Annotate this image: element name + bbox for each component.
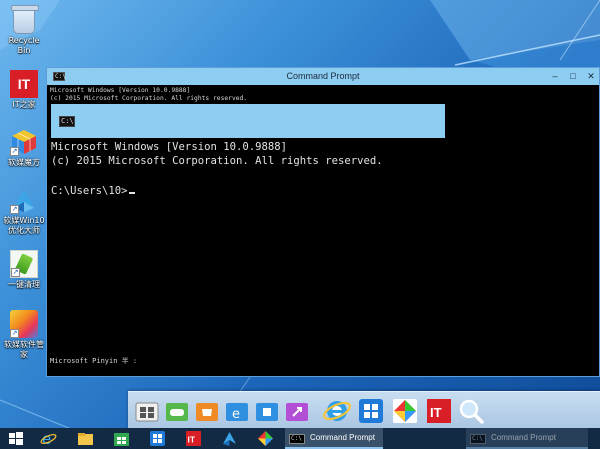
magnified-console-line: Microsoft Windows [Version 10.0.9888]: [51, 141, 287, 153]
internet-explorer-icon[interactable]: [322, 396, 351, 422]
software-box-icon[interactable]: [149, 430, 166, 447]
gamepad-folder-icon[interactable]: [164, 398, 190, 424]
cmd-app-icon: C:\: [59, 116, 75, 127]
shortcut-arrow-icon: ↗: [11, 268, 20, 277]
prompt-text: C:\Users\10>: [51, 185, 128, 197]
recycle-bin-icon: [11, 5, 39, 34]
shortcut-arrow-icon: ↗: [10, 329, 19, 338]
taskbar-button-label: Command Prompt: [491, 433, 556, 442]
desktop-icon-label: Recycle Bin: [8, 36, 40, 55]
magnified-title-bar: C:\: [51, 104, 445, 138]
minimize-button[interactable]: –: [547, 69, 563, 83]
desktop-icon-label: 软媒Win10优化大师: [3, 216, 45, 235]
desktop-icon-label: 一键清理: [8, 280, 40, 289]
taskbar: e IT C:\ Command Prompt C:\ Command Prom…: [0, 428, 600, 449]
windows-start-icon[interactable]: [7, 430, 24, 447]
taskbar-button-command-prompt-secondary[interactable]: C:\ Command Prompt: [466, 428, 588, 449]
ime-status-text: Microsoft Pinyin 半 :: [50, 357, 138, 365]
shopping-folder-icon[interactable]: [194, 398, 220, 424]
rm-folder-icon[interactable]: [284, 398, 310, 424]
ithome-logo-icon[interactable]: IT: [185, 430, 202, 447]
win10-optimizer-icon: ↗: [10, 186, 38, 214]
color-shapes-icon[interactable]: [257, 430, 274, 447]
ie-folder-icon[interactable]: e: [224, 398, 250, 424]
window-title-bar[interactable]: C:\ Command Prompt – □ ✕: [47, 68, 599, 85]
ithome-logo-text: IT: [430, 405, 442, 420]
floating-dock: e IT: [128, 391, 600, 431]
console-line: (c) 2015 Microsoft Corporation. All righ…: [50, 95, 248, 102]
shortcut-arrow-icon: ↗: [10, 147, 19, 156]
svg-text:e: e: [232, 407, 240, 422]
rubik-cube-icon: ↗: [10, 128, 38, 156]
tools-folder-icon[interactable]: [254, 398, 280, 424]
broom-icon: ↗: [10, 250, 38, 278]
file-explorer-icon[interactable]: [77, 430, 94, 447]
folder-grid-icon[interactable]: [134, 398, 160, 424]
ithome-logo-text: IT: [188, 435, 196, 445]
desktop-icon-label: 软媒魔方: [8, 158, 40, 167]
desktop-icon-recycle-bin[interactable]: Recycle Bin: [2, 5, 46, 56]
desktop-icon-win10-optimizer[interactable]: ↗ 软媒Win10优化大师: [2, 186, 46, 236]
internet-explorer-icon[interactable]: e: [40, 430, 57, 448]
magnifier-icon[interactable]: [456, 396, 484, 424]
desktop-icon-rubik[interactable]: ↗ 软媒魔方: [2, 128, 46, 168]
ithome-logo-icon[interactable]: IT: [424, 396, 451, 423]
taskbar-button-label: Command Prompt: [310, 433, 375, 442]
win10-optimizer-icon[interactable]: [221, 430, 238, 447]
taskbar-button-command-prompt[interactable]: C:\ Command Prompt: [285, 428, 383, 449]
software-box-icon[interactable]: [356, 396, 383, 423]
ithome-logo-icon: IT: [10, 70, 38, 98]
maximize-button[interactable]: □: [565, 69, 581, 83]
desktop-icon-ithome[interactable]: IT IT之家: [2, 70, 46, 110]
command-prompt-line[interactable]: C:\Users\10>: [51, 184, 135, 198]
cmd-app-icon: C:\: [289, 434, 305, 444]
desktop-icon-software-manager[interactable]: ↗ 软媒软件管家: [2, 310, 46, 360]
magnified-console-line: (c) 2015 Microsoft Corporation. All righ…: [51, 155, 383, 167]
color-shapes-icon[interactable]: [390, 396, 417, 423]
text-cursor: [128, 192, 135, 194]
store-icon[interactable]: [113, 430, 130, 447]
shortcut-arrow-icon: ↗: [10, 205, 19, 214]
command-prompt-window[interactable]: C:\ Command Prompt – □ ✕ Microsoft Windo…: [46, 67, 600, 377]
desktop-icon-one-click-clean[interactable]: ↗ 一键清理: [2, 250, 46, 290]
desktop-icon-label: 软媒软件管家: [4, 340, 44, 359]
software-manager-icon: ↗: [10, 310, 38, 338]
console-line: Microsoft Windows [Version 10.0.9888]: [50, 87, 191, 94]
cmd-app-icon: C:\: [470, 434, 486, 444]
window-title: Command Prompt: [286, 71, 360, 81]
desktop-icon-label: IT之家: [12, 100, 36, 109]
close-button[interactable]: ✕: [583, 69, 599, 83]
